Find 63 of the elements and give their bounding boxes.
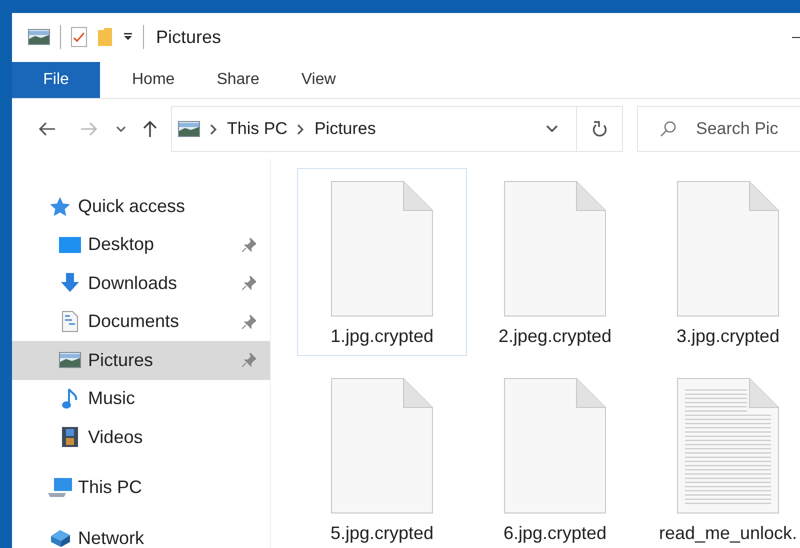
- file-tile[interactable]: 3.jpg.crypted: [643, 168, 800, 356]
- navigation-item[interactable]: Videos: [12, 418, 270, 456]
- file-name: read_me_unlock.: [658, 523, 798, 544]
- film-icon: [62, 427, 78, 448]
- file-icon: [331, 181, 433, 317]
- pictures-icon: [178, 121, 200, 137]
- navigation-item[interactable]: Downloads: [12, 264, 270, 302]
- breadcrumb-link[interactable]: Pictures: [314, 119, 376, 139]
- file-icon: [504, 181, 606, 317]
- window-title: Pictures: [156, 26, 222, 48]
- ribbon-tab[interactable]: Share: [196, 62, 280, 98]
- search-field[interactable]: Search Pic: [694, 118, 798, 140]
- folder-pictures-icon: [28, 29, 50, 45]
- checklist-icon[interactable]: [71, 27, 87, 47]
- ribbon-tab[interactable]: View: [280, 62, 357, 98]
- document-icon: [62, 311, 78, 332]
- file-tile[interactable]: 5.jpg.crypted: [297, 365, 467, 548]
- chevron-right-icon: [210, 124, 217, 134]
- file-name: 2.jpeg.crypted: [498, 326, 612, 347]
- search-box[interactable]: Search Pic: [637, 106, 800, 152]
- navigation-item[interactable]: Desktop: [12, 226, 270, 264]
- file-name: 5.jpg.crypted: [330, 523, 434, 544]
- pin-icon[interactable]: [242, 276, 256, 290]
- pictures-icon: [59, 352, 81, 368]
- navigation-item[interactable]: Network: [12, 519, 270, 548]
- file-tile[interactable]: 6.jpg.crypted: [470, 365, 640, 548]
- ribbon-tab[interactable]: File: [12, 62, 100, 98]
- minimize-icon[interactable]: [792, 36, 800, 38]
- file-tile[interactable]: 2.jpeg.crypted: [470, 168, 640, 356]
- chevron-right-icon: [297, 124, 304, 134]
- pin-icon[interactable]: [242, 353, 256, 368]
- file-name: 3.jpg.crypted: [676, 326, 780, 347]
- ribbon-tab[interactable]: Home: [111, 62, 196, 98]
- pin-icon[interactable]: [242, 314, 256, 329]
- text-file-icon: [677, 378, 779, 514]
- file-tile[interactable]: 1.jpg.crypted: [297, 168, 467, 356]
- network-icon: [48, 529, 72, 548]
- star-icon: [50, 196, 70, 216]
- navigation-item[interactable]: Quick access: [12, 187, 270, 226]
- dropdown-icon[interactable]: [123, 33, 133, 41]
- address-bar[interactable]: This PC Pictures: [171, 106, 623, 152]
- pin-icon[interactable]: [242, 238, 256, 252]
- navigation-item[interactable]: Documents: [12, 302, 270, 341]
- file-name: 6.jpg.crypted: [503, 523, 607, 544]
- navigation-item[interactable]: Music: [12, 380, 270, 418]
- desktop-icon: [59, 236, 81, 253]
- navigation-item[interactable]: This PC: [12, 468, 270, 507]
- up-icon[interactable]: [143, 120, 157, 138]
- file-icon: [677, 181, 779, 317]
- download-icon: [60, 273, 80, 294]
- file-icon: [331, 378, 433, 514]
- music-note-icon: [62, 388, 78, 410]
- file-icon: [504, 378, 606, 514]
- chevron-down-icon[interactable]: [546, 125, 558, 133]
- refresh-icon[interactable]: [592, 120, 608, 138]
- navigation-item[interactable]: Pictures: [12, 341, 270, 380]
- file-tile[interactable]: read_me_unlock.: [643, 365, 800, 548]
- back-icon[interactable]: [38, 122, 56, 136]
- computer-icon: [48, 478, 72, 498]
- search-icon: [660, 121, 676, 137]
- file-name: 1.jpg.crypted: [330, 326, 434, 347]
- chevron-down-icon[interactable]: [116, 126, 126, 132]
- breadcrumb-link[interactable]: This PC: [227, 119, 288, 139]
